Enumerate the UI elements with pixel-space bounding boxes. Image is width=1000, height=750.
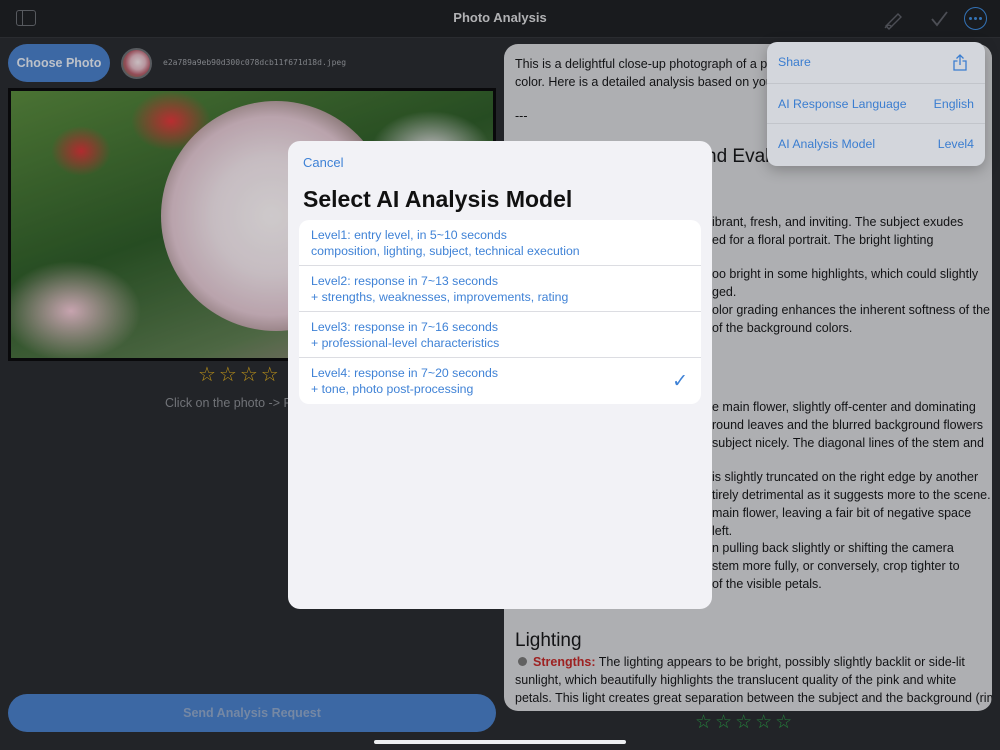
- menu-item-share[interactable]: Share: [767, 42, 985, 84]
- home-indicator[interactable]: [374, 740, 626, 744]
- cancel-button[interactable]: Cancel: [303, 155, 343, 170]
- menu-item-label: AI Analysis Model: [778, 137, 876, 151]
- model-option-description: composition, lighting, subject, technica…: [311, 243, 580, 258]
- menu-item-label: Share: [778, 55, 811, 69]
- options-menu: Share AI Response Language English AI An…: [767, 42, 985, 166]
- model-options-list: Level1: entry level, in 5~10 seconds com…: [299, 220, 701, 404]
- menu-item-value: English: [933, 97, 974, 111]
- model-option-title: Level4: response in 7~20 seconds: [311, 366, 498, 380]
- model-option-description: + tone, photo post-processing: [311, 381, 474, 396]
- model-option-title: Level2: response in 7~13 seconds: [311, 274, 498, 288]
- model-option-title: Level1: entry level, in 5~10 seconds: [311, 228, 507, 242]
- select-model-sheet: Cancel Select AI Analysis Model Level1: …: [288, 141, 712, 609]
- menu-item-analysis-model[interactable]: AI Analysis Model Level4: [767, 124, 985, 164]
- model-option-level4[interactable]: Level4: response in 7~20 seconds + tone,…: [299, 358, 701, 404]
- model-option-title: Level3: response in 7~16 seconds: [311, 320, 498, 334]
- share-icon: [953, 54, 967, 71]
- sheet-title: Select AI Analysis Model: [303, 186, 573, 212]
- model-option-level2[interactable]: Level2: response in 7~13 seconds + stren…: [299, 266, 701, 312]
- checkmark-icon: ✓: [672, 371, 688, 392]
- model-option-description: + strengths, weaknesses, improvements, r…: [311, 289, 569, 304]
- model-option-level3[interactable]: Level3: response in 7~16 seconds + profe…: [299, 312, 701, 358]
- menu-item-response-language[interactable]: AI Response Language English: [767, 84, 985, 124]
- menu-item-label: AI Response Language: [778, 97, 907, 111]
- model-option-description: + professional-level characteristics: [311, 335, 500, 350]
- model-option-level1[interactable]: Level1: entry level, in 5~10 seconds com…: [299, 220, 701, 266]
- menu-item-value: Level4: [937, 137, 974, 151]
